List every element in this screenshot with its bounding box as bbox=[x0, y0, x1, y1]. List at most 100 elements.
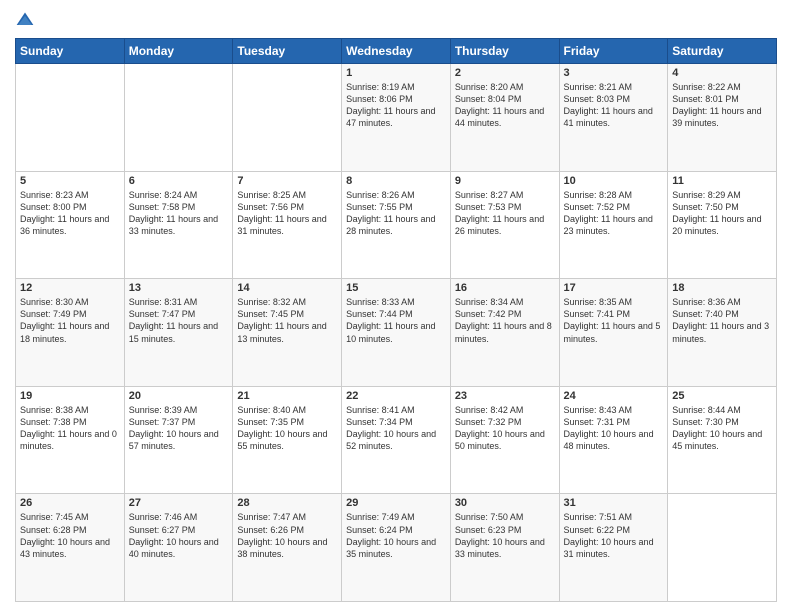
day-info: Sunrise: 8:21 AMSunset: 8:03 PMDaylight:… bbox=[564, 81, 664, 130]
day-info: Sunrise: 8:25 AMSunset: 7:56 PMDaylight:… bbox=[237, 189, 337, 238]
day-info: Sunrise: 8:31 AMSunset: 7:47 PMDaylight:… bbox=[129, 296, 229, 345]
calendar-cell: 30 Sunrise: 7:50 AMSunset: 6:23 PMDayligh… bbox=[450, 494, 559, 602]
calendar-cell: 16Sunrise: 8:34 AMSunset: 7:42 PMDayligh… bbox=[450, 279, 559, 387]
day-number: 14 bbox=[237, 282, 337, 294]
day-info: Sunrise: 8:38 AMSunset: 7:38 PMDaylight:… bbox=[20, 404, 120, 453]
day-number: 12 bbox=[20, 282, 120, 294]
day-number: 18 bbox=[672, 282, 772, 294]
day-info: Sunrise: 8:41 AMSunset: 7:34 PMDaylight:… bbox=[346, 404, 446, 453]
calendar-cell: 19Sunrise: 8:38 AMSunset: 7:38 PMDayligh… bbox=[16, 386, 125, 494]
day-info: Sunrise: 7:46 AMSunset: 6:27 PMDaylight:… bbox=[129, 511, 229, 560]
calendar-cell: 20 Sunrise: 8:39 AMSunset: 7:37 PMDayligh… bbox=[124, 386, 233, 494]
day-number: 15 bbox=[346, 282, 446, 294]
day-info: Sunrise: 8:33 AMSunset: 7:44 PMDaylight:… bbox=[346, 296, 446, 345]
day-number: 5 bbox=[20, 175, 120, 187]
day-number: 11 bbox=[672, 175, 772, 187]
day-info: Sunrise: 8:32 AMSunset: 7:45 PMDaylight:… bbox=[237, 296, 337, 345]
calendar-cell: 4 Sunrise: 8:22 AMSunset: 8:01 PMDaylight… bbox=[668, 64, 777, 172]
day-number: 31 bbox=[564, 497, 664, 509]
calendar-cell: 9Sunrise: 8:27 AMSunset: 7:53 PMDaylight… bbox=[450, 171, 559, 279]
day-number: 28 bbox=[237, 497, 337, 509]
calendar-cell: 3 Sunrise: 8:21 AMSunset: 8:03 PMDaylight… bbox=[559, 64, 668, 172]
day-info: Sunrise: 8:27 AMSunset: 7:53 PMDaylight:… bbox=[455, 189, 555, 238]
logo bbox=[15, 10, 39, 30]
weekday-header-row: SundayMondayTuesdayWednesdayThursdayFrid… bbox=[16, 39, 777, 64]
calendar-cell: 15 Sunrise: 8:33 AMSunset: 7:44 PMDayligh… bbox=[342, 279, 451, 387]
day-number: 13 bbox=[129, 282, 229, 294]
day-number: 3 bbox=[564, 67, 664, 79]
day-info: Sunrise: 8:29 AMSunset: 7:50 PMDaylight:… bbox=[672, 189, 772, 238]
calendar-cell: 24 Sunrise: 8:43 AMSunset: 7:31 PMDayligh… bbox=[559, 386, 668, 494]
weekday-friday: Friday bbox=[559, 39, 668, 64]
day-number: 22 bbox=[346, 390, 446, 402]
calendar-cell: 12Sunrise: 8:30 AMSunset: 7:49 PMDayligh… bbox=[16, 279, 125, 387]
calendar-cell bbox=[668, 494, 777, 602]
calendar-cell: 18 Sunrise: 8:36 AMSunset: 7:40 PMDayligh… bbox=[668, 279, 777, 387]
calendar-cell bbox=[16, 64, 125, 172]
day-info: Sunrise: 7:50 AMSunset: 6:23 PMDaylight:… bbox=[455, 511, 555, 560]
calendar-cell: 31 Sunrise: 7:51 AMSunset: 6:22 PMDayligh… bbox=[559, 494, 668, 602]
day-number: 21 bbox=[237, 390, 337, 402]
calendar-cell: 8 Sunrise: 8:26 AMSunset: 7:55 PMDaylight… bbox=[342, 171, 451, 279]
calendar-cell: 22 Sunrise: 8:41 AMSunset: 7:34 PMDayligh… bbox=[342, 386, 451, 494]
day-info: Sunrise: 8:34 AMSunset: 7:42 PMDaylight:… bbox=[455, 296, 555, 345]
day-info: Sunrise: 8:28 AMSunset: 7:52 PMDaylight:… bbox=[564, 189, 664, 238]
calendar-cell: 26 Sunrise: 7:45 AMSunset: 6:28 PMDayligh… bbox=[16, 494, 125, 602]
day-number: 20 bbox=[129, 390, 229, 402]
day-info: Sunrise: 8:44 AMSunset: 7:30 PMDaylight:… bbox=[672, 404, 772, 453]
day-info: Sunrise: 8:20 AMSunset: 8:04 PMDaylight:… bbox=[455, 81, 555, 130]
calendar-body: 1Sunrise: 8:19 AMSunset: 8:06 PMDaylight… bbox=[16, 64, 777, 602]
calendar-cell: 29Sunrise: 7:49 AMSunset: 6:24 PMDayligh… bbox=[342, 494, 451, 602]
day-info: Sunrise: 8:40 AMSunset: 7:35 PMDaylight:… bbox=[237, 404, 337, 453]
weekday-saturday: Saturday bbox=[668, 39, 777, 64]
weekday-wednesday: Wednesday bbox=[342, 39, 451, 64]
day-number: 24 bbox=[564, 390, 664, 402]
calendar-cell: 28 Sunrise: 7:47 AMSunset: 6:26 PMDayligh… bbox=[233, 494, 342, 602]
day-info: Sunrise: 8:43 AMSunset: 7:31 PMDaylight:… bbox=[564, 404, 664, 453]
day-info: Sunrise: 8:35 AMSunset: 7:41 PMDaylight:… bbox=[564, 296, 664, 345]
day-info: Sunrise: 8:24 AMSunset: 7:58 PMDaylight:… bbox=[129, 189, 229, 238]
calendar-cell: 23Sunrise: 8:42 AMSunset: 7:32 PMDayligh… bbox=[450, 386, 559, 494]
day-number: 10 bbox=[564, 175, 664, 187]
day-number: 8 bbox=[346, 175, 446, 187]
week-row-3: 19Sunrise: 8:38 AMSunset: 7:38 PMDayligh… bbox=[16, 386, 777, 494]
weekday-thursday: Thursday bbox=[450, 39, 559, 64]
day-number: 27 bbox=[129, 497, 229, 509]
day-info: Sunrise: 7:51 AMSunset: 6:22 PMDaylight:… bbox=[564, 511, 664, 560]
weekday-tuesday: Tuesday bbox=[233, 39, 342, 64]
day-info: Sunrise: 8:23 AMSunset: 8:00 PMDaylight:… bbox=[20, 189, 120, 238]
day-info: Sunrise: 7:49 AMSunset: 6:24 PMDaylight:… bbox=[346, 511, 446, 560]
day-number: 2 bbox=[455, 67, 555, 79]
day-info: Sunrise: 8:39 AMSunset: 7:37 PMDaylight:… bbox=[129, 404, 229, 453]
calendar-cell: 1Sunrise: 8:19 AMSunset: 8:06 PMDaylight… bbox=[342, 64, 451, 172]
calendar-cell: 21 Sunrise: 8:40 AMSunset: 7:35 PMDayligh… bbox=[233, 386, 342, 494]
calendar-cell: 27 Sunrise: 7:46 AMSunset: 6:27 PMDayligh… bbox=[124, 494, 233, 602]
calendar-cell: 17Sunrise: 8:35 AMSunset: 7:41 PMDayligh… bbox=[559, 279, 668, 387]
calendar-cell: 2 Sunrise: 8:20 AMSunset: 8:04 PMDaylight… bbox=[450, 64, 559, 172]
weekday-monday: Monday bbox=[124, 39, 233, 64]
calendar-cell bbox=[233, 64, 342, 172]
day-number: 6 bbox=[129, 175, 229, 187]
calendar-cell: 11 Sunrise: 8:29 AMSunset: 7:50 PMDayligh… bbox=[668, 171, 777, 279]
calendar-cell: 13 Sunrise: 8:31 AMSunset: 7:47 PMDayligh… bbox=[124, 279, 233, 387]
day-number: 26 bbox=[20, 497, 120, 509]
calendar-cell: 6 Sunrise: 8:24 AMSunset: 7:58 PMDaylight… bbox=[124, 171, 233, 279]
header bbox=[15, 10, 777, 30]
day-number: 25 bbox=[672, 390, 772, 402]
calendar-cell: 5 Sunrise: 8:23 AMSunset: 8:00 PMDaylight… bbox=[16, 171, 125, 279]
day-info: Sunrise: 8:36 AMSunset: 7:40 PMDaylight:… bbox=[672, 296, 772, 345]
calendar-cell: 25 Sunrise: 8:44 AMSunset: 7:30 PMDayligh… bbox=[668, 386, 777, 494]
day-info: Sunrise: 7:45 AMSunset: 6:28 PMDaylight:… bbox=[20, 511, 120, 560]
day-number: 30 bbox=[455, 497, 555, 509]
day-info: Sunrise: 8:42 AMSunset: 7:32 PMDaylight:… bbox=[455, 404, 555, 453]
day-info: Sunrise: 8:22 AMSunset: 8:01 PMDaylight:… bbox=[672, 81, 772, 130]
calendar: SundayMondayTuesdayWednesdayThursdayFrid… bbox=[15, 38, 777, 602]
week-row-4: 26 Sunrise: 7:45 AMSunset: 6:28 PMDayligh… bbox=[16, 494, 777, 602]
day-info: Sunrise: 7:47 AMSunset: 6:26 PMDaylight:… bbox=[237, 511, 337, 560]
logo-icon bbox=[15, 10, 35, 30]
day-info: Sunrise: 8:26 AMSunset: 7:55 PMDaylight:… bbox=[346, 189, 446, 238]
calendar-cell: 14 Sunrise: 8:32 AMSunset: 7:45 PMDayligh… bbox=[233, 279, 342, 387]
day-number: 4 bbox=[672, 67, 772, 79]
page: SundayMondayTuesdayWednesdayThursdayFrid… bbox=[0, 0, 792, 612]
day-number: 7 bbox=[237, 175, 337, 187]
